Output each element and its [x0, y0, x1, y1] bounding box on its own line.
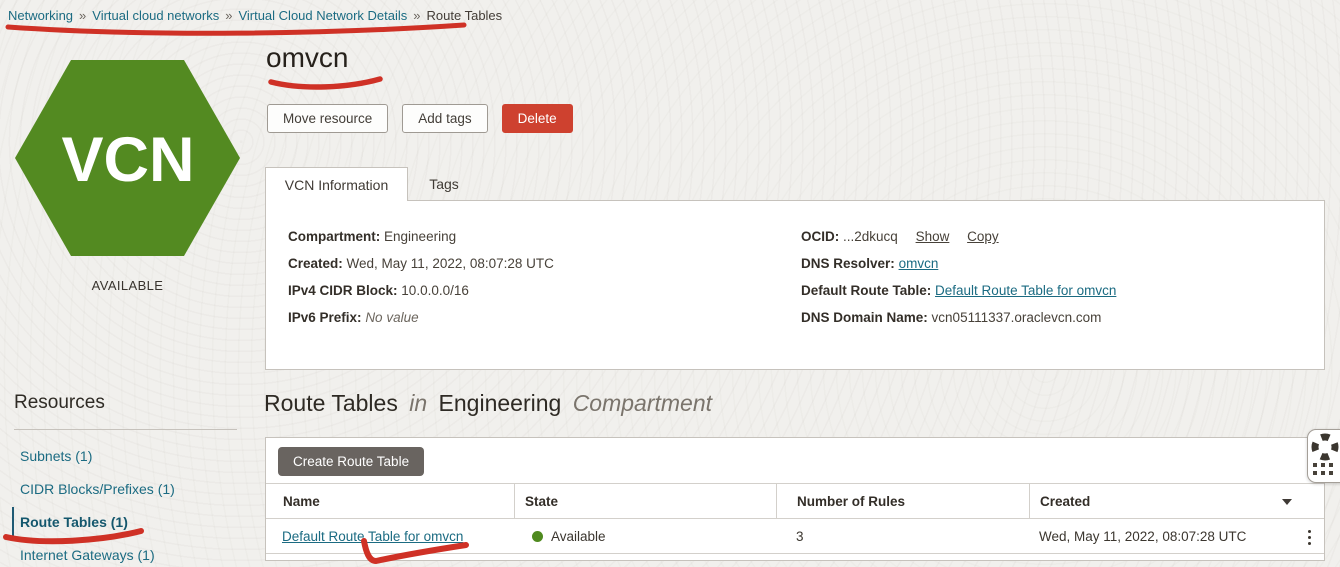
resources-divider — [14, 429, 237, 430]
vcn-hexagon-icon: VCN — [15, 60, 240, 256]
info-created: Created: Wed, May 11, 2022, 08:07:28 UTC — [288, 256, 554, 271]
info-label: Default Route Table: — [801, 283, 931, 298]
tab-tags[interactable]: Tags — [408, 167, 480, 201]
info-ipv6-prefix: IPv6 Prefix: No value — [288, 310, 419, 325]
route-tables-section-heading: Route Tables in Engineering Compartment — [264, 390, 717, 417]
vcn-badge-label: VCN — [61, 125, 194, 195]
info-label: Compartment: — [288, 229, 380, 244]
floating-help-widget — [1307, 429, 1340, 483]
info-value: ...2dkucq — [843, 229, 898, 244]
info-ocid: OCID: ...2dkucq Show Copy — [801, 229, 999, 244]
info-value: No value — [365, 310, 418, 325]
sidebar-item-route-tables[interactable]: Route Tables (1) — [20, 514, 128, 530]
state-value: Available — [551, 529, 606, 544]
tab-vcn-information[interactable]: VCN Information — [265, 167, 408, 201]
breadcrumb: Networking » Virtual cloud networks » Vi… — [8, 8, 502, 23]
column-header-created-label: Created — [1040, 494, 1090, 509]
table-header-row: Name State Number of Rules Created — [266, 483, 1324, 519]
info-compartment: Compartment: Engineering — [288, 229, 456, 244]
heading-compartment-word: Compartment — [573, 390, 712, 416]
column-header-name[interactable]: Name — [266, 484, 514, 518]
heading-compartment-name: Engineering — [439, 390, 562, 416]
default-route-table-link[interactable]: Default Route Table for omvcn — [935, 283, 1116, 298]
delete-button[interactable]: Delete — [502, 104, 573, 133]
info-dns-resolver: DNS Resolver: omvcn — [801, 256, 938, 271]
info-label: OCID: — [801, 229, 839, 244]
breadcrumb-vcn-details[interactable]: Virtual Cloud Network Details — [238, 8, 407, 23]
move-resource-button[interactable]: Move resource — [267, 104, 388, 133]
available-status-dot — [532, 531, 543, 542]
lifebuoy-help-icon[interactable] — [1311, 433, 1339, 461]
sidebar-item-subnets[interactable]: Subnets (1) — [20, 448, 92, 464]
route-table-link[interactable]: Default Route Table for omvcn — [282, 529, 463, 544]
created-value: Wed, May 11, 2022, 08:07:28 UTC — [1029, 529, 1324, 544]
table-row[interactable]: Default Route Table for omvcn Available … — [266, 519, 1324, 554]
info-label: DNS Domain Name: — [801, 310, 928, 325]
add-tags-button[interactable]: Add tags — [402, 104, 487, 133]
breadcrumb-networking[interactable]: Networking — [8, 8, 73, 23]
apps-grid-icon[interactable] — [1313, 463, 1333, 475]
info-value: 10.0.0.0/16 — [401, 283, 469, 298]
sidebar-item-internet-gateways[interactable]: Internet Gateways (1) — [20, 547, 155, 563]
column-header-number-of-rules[interactable]: Number of Rules — [776, 484, 1029, 518]
oci-console-page: Networking » Virtual cloud networks » Vi… — [0, 0, 1340, 567]
heading-route-tables: Route Tables — [264, 390, 398, 416]
column-header-state[interactable]: State — [514, 484, 776, 518]
column-header-created[interactable]: Created — [1029, 484, 1324, 518]
info-default-route-table: Default Route Table: Default Route Table… — [801, 283, 1116, 298]
info-ipv4-cidr: IPv4 CIDR Block: 10.0.0.0/16 — [288, 283, 469, 298]
breadcrumb-separator: » — [225, 8, 232, 23]
dns-resolver-link[interactable]: omvcn — [899, 256, 939, 271]
breadcrumb-separator: » — [79, 8, 86, 23]
info-dns-domain-name: DNS Domain Name: vcn05111337.oraclevcn.c… — [801, 310, 1101, 325]
info-label: DNS Resolver: — [801, 256, 895, 271]
row-actions-kebab-menu[interactable] — [1302, 526, 1316, 548]
page-title: omvcn — [266, 42, 348, 74]
breadcrumb-separator: » — [413, 8, 420, 23]
sidebar-item-cidr-blocks[interactable]: CIDR Blocks/Prefixes (1) — [20, 481, 175, 497]
resources-heading: Resources — [14, 392, 105, 414]
annotation-underline-route-tables-item — [6, 531, 141, 541]
route-tables-panel: Create Route Table Name State Number of … — [265, 437, 1325, 561]
heading-in: in — [409, 390, 427, 416]
info-value: vcn05111337.oraclevcn.com — [932, 310, 1102, 325]
create-route-table-button[interactable]: Create Route Table — [278, 447, 424, 476]
number-of-rules-value: 3 — [776, 529, 1029, 544]
info-label: IPv4 CIDR Block: — [288, 283, 398, 298]
ocid-show-link[interactable]: Show — [916, 229, 950, 244]
vcn-information-panel: Compartment: Engineering Created: Wed, M… — [265, 200, 1325, 370]
annotation-underline-title — [271, 79, 380, 87]
vcn-status-label: AVAILABLE — [15, 278, 240, 293]
info-label: Created: — [288, 256, 343, 271]
info-value: Wed, May 11, 2022, 08:07:28 UTC — [347, 256, 554, 271]
breadcrumb-virtual-cloud-networks[interactable]: Virtual cloud networks — [92, 8, 219, 23]
action-button-row: Move resource Add tags Delete — [267, 104, 573, 133]
annotation-underline-breadcrumb — [8, 25, 464, 33]
ocid-copy-link[interactable]: Copy — [967, 229, 999, 244]
sidebar-active-indicator — [12, 507, 14, 540]
sort-descending-icon[interactable] — [1282, 499, 1292, 505]
breadcrumb-route-tables: Route Tables — [427, 8, 503, 23]
info-label: IPv6 Prefix: — [288, 310, 362, 325]
info-value: Engineering — [384, 229, 456, 244]
